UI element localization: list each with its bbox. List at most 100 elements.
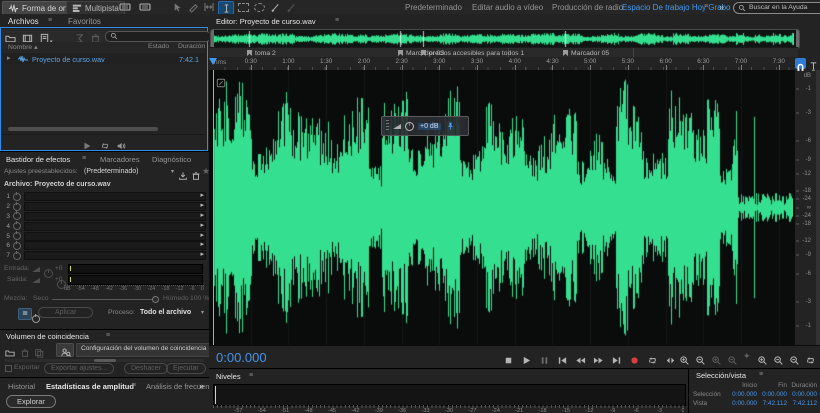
power-icon[interactable] xyxy=(13,232,21,240)
levels-menu-icon[interactable]: ≡ xyxy=(249,372,253,379)
editor-menu-icon[interactable]: ≡ xyxy=(335,17,339,24)
tab-volumen-de-coincidencia[interactable]: Volumen de coincidencia xyxy=(6,332,89,341)
power-icon[interactable] xyxy=(13,222,21,230)
time-selection-tool-icon[interactable] xyxy=(218,1,234,15)
match-config-button[interactable]: Configuración del volumen de coincidenci… xyxy=(76,343,211,357)
power-icon[interactable] xyxy=(13,242,21,250)
workspace-menu-icon[interactable]: ≡ xyxy=(704,3,708,10)
delete-preset-icon[interactable] xyxy=(191,167,201,185)
workspace-hoy-grabo[interactable]: Espacio De trabajo Hoy Grabo xyxy=(622,3,731,12)
tab-estadisticas-amplitud[interactable]: Estadísticas de amplitud xyxy=(46,382,134,391)
input-gain-knob-icon[interactable] xyxy=(44,269,53,278)
selection-view-title[interactable]: Selección/vista xyxy=(696,371,746,380)
column-nombre[interactable]: Nombre ▴ xyxy=(8,43,38,51)
fx-slot-well[interactable]: ▸ xyxy=(24,202,206,211)
paintbrush-tool-icon[interactable] xyxy=(268,1,282,13)
levels-title[interactable]: Niveles xyxy=(216,372,241,381)
time-display[interactable]: 0:00.000 xyxy=(216,350,267,365)
save-preset-icon[interactable] xyxy=(178,167,188,185)
fx-slot[interactable]: 7 ▸ xyxy=(0,251,209,261)
tab-historial[interactable]: Historial xyxy=(8,382,35,391)
fx-slot[interactable]: 5 ▸ xyxy=(0,231,209,241)
marker-flag-icon[interactable] xyxy=(398,50,403,56)
workspace-overflow-chevrons[interactable]: » xyxy=(719,2,724,12)
playhead-line[interactable] xyxy=(213,70,214,345)
hud-gain-value[interactable]: +0 dB xyxy=(418,123,441,130)
export-settings-button[interactable]: Exportar ajustes... xyxy=(44,363,114,374)
tab-favoritos[interactable]: Favoritos xyxy=(68,17,101,26)
workspace-editar-audio-video[interactable]: Editar audio a vídeo xyxy=(472,3,543,12)
fx-slot-well[interactable]: ▸ xyxy=(24,241,206,250)
help-search-box[interactable]: Buscar en la Ayuda xyxy=(733,2,820,14)
razor-tool-icon[interactable] xyxy=(186,1,200,13)
marker-pin-icon[interactable] xyxy=(808,58,819,76)
process-dropdown[interactable]: Todo el archivo ▾ xyxy=(140,307,204,318)
slip-tool-icon[interactable] xyxy=(202,1,216,13)
tab-archivos[interactable]: Archivos xyxy=(8,17,39,26)
workspace-produccion-radio[interactable]: Producción de radio xyxy=(552,3,623,12)
fx-slot-well[interactable]: ▸ xyxy=(24,192,206,201)
mix-slider[interactable] xyxy=(52,299,154,300)
fx-slot[interactable]: 1 ▸ xyxy=(0,192,209,202)
marker-flag-icon[interactable] xyxy=(247,50,252,56)
main-waveform[interactable] xyxy=(213,70,793,345)
hud-grip[interactable] xyxy=(386,120,389,132)
match-hscrollbar[interactable] xyxy=(4,359,204,362)
files-search-box[interactable] xyxy=(105,31,211,42)
fx-slot[interactable]: 4 ▸ xyxy=(0,221,209,231)
tab-diagnostico[interactable]: Diagnóstico xyxy=(152,155,191,164)
run-button[interactable]: Ejecutar xyxy=(166,363,206,374)
overview-strip[interactable] xyxy=(210,29,800,49)
workspace-predeterminado[interactable]: Predeterminado xyxy=(405,3,462,12)
overview-right-handle[interactable] xyxy=(796,30,799,48)
spectral-keyboard-icon[interactable] xyxy=(138,1,152,13)
power-icon[interactable] xyxy=(13,193,21,201)
editor-keyboard-icon[interactable] xyxy=(118,1,132,13)
fx-slot-well[interactable]: ▸ xyxy=(24,232,206,241)
editor-title[interactable]: Editor: Proyecto de curso.wav xyxy=(216,17,316,26)
marker[interactable]: precios accesibles para todos 1 xyxy=(421,50,524,57)
snap-toggle-icon[interactable] xyxy=(795,58,806,69)
marker-flag-icon[interactable] xyxy=(563,50,568,56)
fx-slot[interactable]: 6 ▸ xyxy=(0,241,209,251)
zoom-selection-button[interactable]: ✦ xyxy=(743,351,751,362)
fx-slot-well[interactable]: ▸ xyxy=(24,212,206,221)
lasso-selection-tool-icon[interactable] xyxy=(252,1,266,13)
scan-button[interactable]: Explorar xyxy=(6,395,56,408)
apply-button[interactable]: Aplicar xyxy=(38,307,93,318)
marker-flag-icon[interactable] xyxy=(421,50,426,56)
marker[interactable]: toma 2 xyxy=(247,50,276,57)
rack-list-toggle-icon[interactable]: ≣ xyxy=(18,308,32,320)
volume-hud[interactable]: +0 dB xyxy=(381,116,469,136)
match-analyze-button[interactable] xyxy=(56,343,74,357)
hud-knob-icon[interactable] xyxy=(405,122,414,131)
expand-chevron-icon[interactable]: ▸ xyxy=(7,54,11,62)
match-volume-menu-icon[interactable]: ≡ xyxy=(106,332,110,339)
waveform-display[interactable]: +0 dB xyxy=(209,70,794,345)
effects-panel-menu-icon[interactable]: ≡ xyxy=(82,155,86,162)
spot-healing-tool-icon[interactable] xyxy=(284,1,298,13)
tab-marcadores[interactable]: Marcadores xyxy=(100,155,140,164)
hud-pin-icon[interactable] xyxy=(445,121,455,131)
power-icon[interactable] xyxy=(13,212,21,220)
files-panel-menu-icon[interactable]: ≡ xyxy=(48,17,52,24)
vertical-scrollbar[interactable] xyxy=(816,70,820,345)
column-duracion[interactable]: Duración xyxy=(178,43,205,50)
marquee-selection-tool-icon[interactable] xyxy=(236,1,250,13)
hud-dock-icon[interactable] xyxy=(216,74,226,92)
selection-view-menu-icon[interactable]: ≡ xyxy=(759,371,763,378)
power-icon[interactable] xyxy=(13,252,21,260)
file-row[interactable]: ▸ Proyecto de curso.wav 7:42.1 xyxy=(2,53,205,64)
fx-slot-well[interactable]: ▸ xyxy=(24,222,206,231)
tab-bastidor-de-efectos[interactable]: Bastidor de efectos xyxy=(6,155,70,164)
hud-fader-icon[interactable] xyxy=(393,124,401,129)
fx-slot-well[interactable]: ▸ xyxy=(24,251,206,260)
files-hscrollbar[interactable] xyxy=(8,127,158,131)
export-checkbox[interactable] xyxy=(5,365,12,372)
multitrack-view-button[interactable]: Multipista xyxy=(66,1,125,15)
fx-slot[interactable]: 3 ▸ xyxy=(0,212,209,222)
fx-slot[interactable]: 2 ▸ xyxy=(0,202,209,212)
column-estado[interactable]: Estado xyxy=(148,43,169,50)
preset-dropdown[interactable]: (Predeterminado) ▾ xyxy=(84,166,174,177)
tabs-overflow-chevrons[interactable]: » xyxy=(199,381,204,391)
